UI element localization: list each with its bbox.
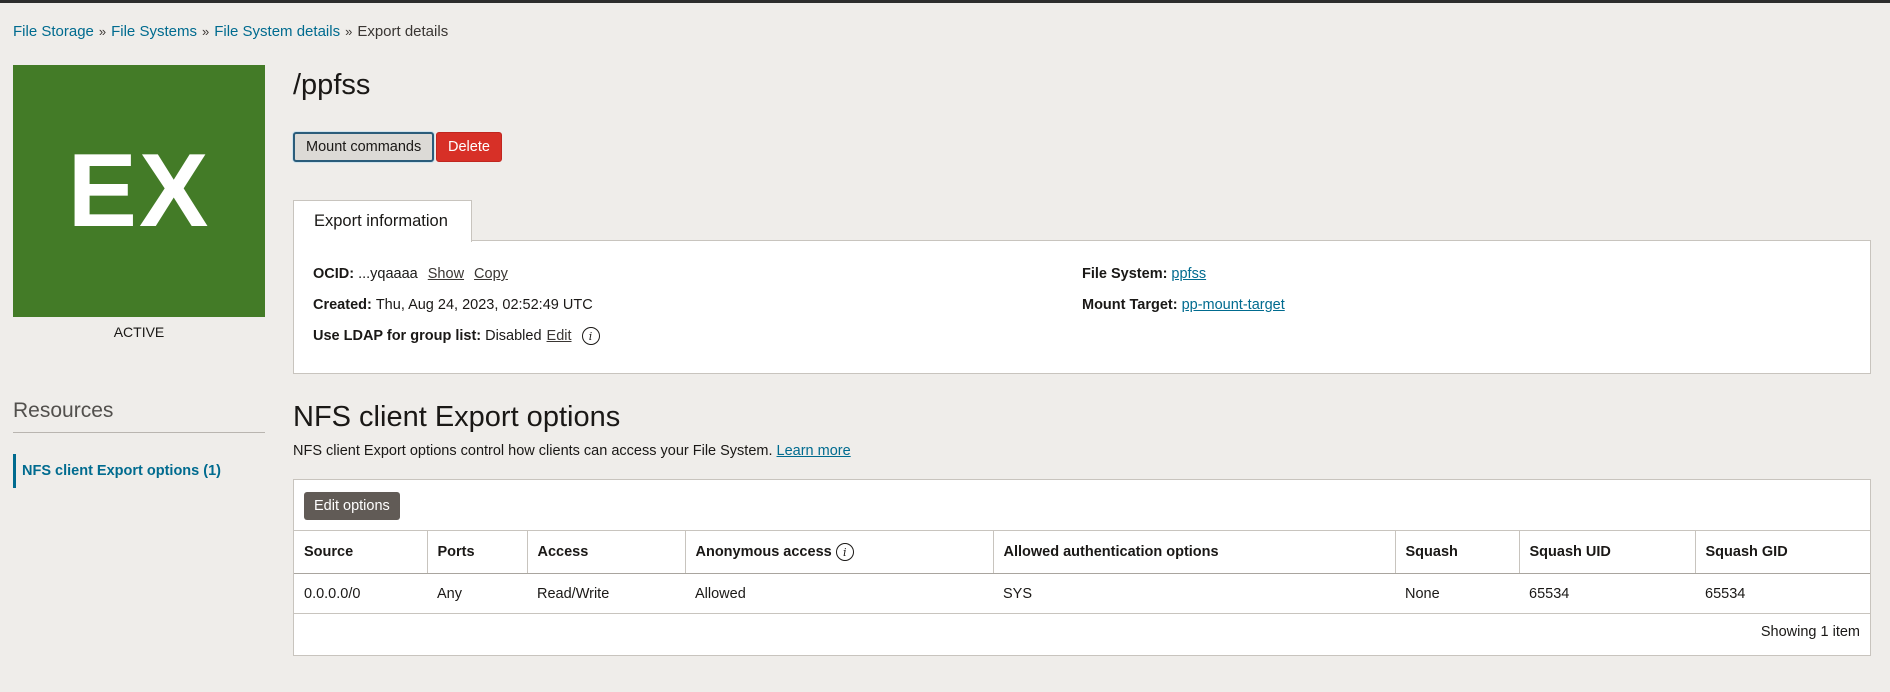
ldap-edit-link[interactable]: Edit (547, 328, 572, 344)
ocid-label: OCID: (313, 266, 355, 282)
cell-anonymous-access: Allowed (685, 573, 993, 614)
anonymous-access-label: Anonymous access (695, 544, 832, 560)
resources-heading: Resources (13, 399, 265, 433)
breadcrumb-file-storage[interactable]: File Storage (13, 23, 94, 40)
resource-nfs-export-options[interactable]: NFS client Export options (1) (13, 454, 265, 488)
status-label: ACTIVE (113, 324, 165, 340)
created-value: Thu, Aug 24, 2023, 02:52:49 UTC (375, 297, 593, 313)
copy-ocid-link[interactable]: Copy (474, 266, 508, 282)
column-header-access: Access (527, 530, 686, 574)
breadcrumb-file-systems[interactable]: File Systems (111, 23, 197, 40)
created-label: Created: (313, 297, 372, 313)
column-header-auth-options: Allowed authentication options (993, 530, 1396, 574)
column-header-source: Source (294, 530, 428, 574)
item-count: Showing 1 item (1760, 624, 1860, 640)
nfs-section-description: NFS client Export options control how cl… (293, 443, 851, 459)
cell-squash-gid: 65534 (1695, 573, 1870, 614)
chevron-right-icon: » (98, 24, 107, 39)
cell-squash: None (1395, 573, 1519, 614)
table-row: 0.0.0.0/0 Any Read/Write Allowed SYS Non… (294, 573, 1870, 614)
page-title: /ppfss (293, 69, 371, 101)
mount-target-label: Mount Target: (1082, 297, 1178, 313)
nfs-description-text: NFS client Export options control how cl… (293, 443, 773, 459)
file-system-row: File System: ppfss (1082, 266, 1206, 282)
info-icon[interactable]: i (581, 327, 600, 345)
tab-export-information[interactable]: Export information (293, 200, 472, 242)
nfs-section-title: NFS client Export options (293, 401, 621, 433)
created-row: Created: Thu, Aug 24, 2023, 02:52:49 UTC (313, 297, 593, 313)
ldap-label: Use LDAP for group list: (313, 328, 482, 344)
ocid-value: ...yqaaaa (358, 266, 418, 282)
ldap-row: Use LDAP for group list: Disabled Edit i (313, 327, 600, 345)
resource-avatar: EX (13, 65, 265, 317)
cell-access: Read/Write (527, 573, 685, 614)
column-header-ports: Ports (427, 530, 528, 574)
ldap-value: Disabled (485, 328, 542, 344)
nfs-options-table-panel: Edit options Source Ports Access Anonymo… (293, 479, 1871, 656)
column-header-squash-uid: Squash UID (1519, 530, 1696, 574)
column-header-squash: Squash (1395, 530, 1520, 574)
export-information-panel: OCID: ...yqaaaa Show Copy Created: Thu, … (293, 240, 1871, 374)
cell-source: 0.0.0.0/0 (294, 573, 427, 614)
learn-more-link[interactable]: Learn more (777, 443, 851, 459)
column-header-anonymous-access: Anonymous access i (685, 530, 994, 574)
nfs-options-table: Source Ports Access Anonymous access i A… (294, 530, 1870, 614)
table-header-row: Source Ports Access Anonymous access i A… (294, 530, 1870, 574)
mount-target-row: Mount Target: pp-mount-target (1082, 297, 1285, 313)
breadcrumb-file-system-details[interactable]: File System details (214, 23, 340, 40)
cell-ports: Any (427, 573, 527, 614)
cell-auth-options: SYS (993, 573, 1395, 614)
chevron-right-icon: » (345, 24, 353, 39)
file-system-label: File System: (1082, 266, 1168, 282)
info-icon[interactable]: i (835, 543, 854, 561)
chevron-right-icon: » (201, 24, 210, 39)
mount-target-link[interactable]: pp-mount-target (1182, 297, 1285, 313)
cell-squash-uid: 65534 (1519, 573, 1695, 614)
edit-options-button[interactable]: Edit options (304, 492, 400, 520)
show-ocid-link[interactable]: Show (428, 266, 464, 282)
column-header-squash-gid: Squash GID (1695, 530, 1870, 574)
mount-commands-button[interactable]: Mount commands (293, 132, 435, 162)
file-system-link[interactable]: ppfss (1171, 266, 1206, 282)
ocid-row: OCID: ...yqaaaa Show Copy (313, 266, 508, 282)
breadcrumb-current: Export details (357, 23, 449, 40)
delete-button[interactable]: Delete (436, 132, 502, 162)
breadcrumb: File Storage » File Systems » File Syste… (13, 23, 448, 40)
